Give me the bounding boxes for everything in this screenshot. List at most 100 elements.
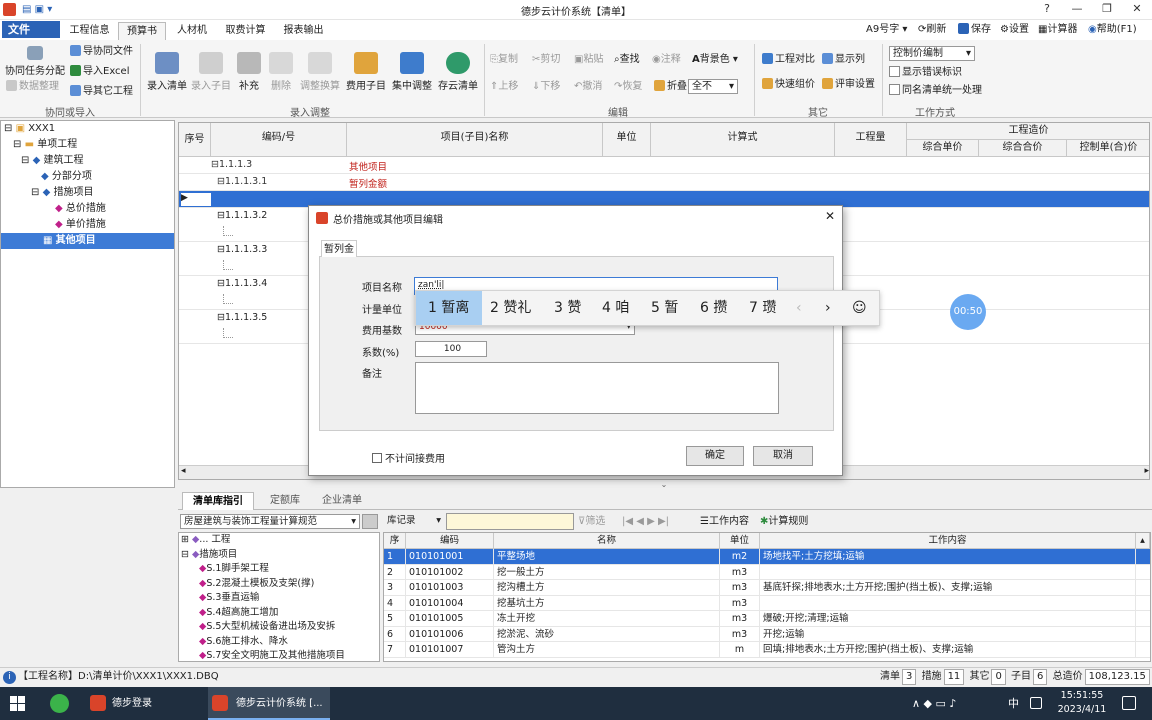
close-button[interactable]: ✕ [1122, 2, 1152, 18]
filter-button[interactable]: ⊽筛选 [578, 515, 605, 529]
dialog-tab[interactable]: 暂列金 [321, 240, 357, 257]
refresh-button[interactable]: ⟳刷新 [918, 22, 946, 38]
coef-input[interactable]: 100 [415, 341, 487, 357]
table-row[interactable]: 2 010101002 挖一般土方 m3 [384, 564, 1150, 580]
cancel-button[interactable]: 取消 [753, 446, 813, 466]
browser-icon[interactable] [50, 694, 69, 713]
find-button[interactable]: ⌕查找 [614, 53, 640, 67]
list-item[interactable]: ◆S.2混凝土模板及支架(撑) [179, 577, 379, 592]
redo-button[interactable]: ↷恢复 [614, 80, 642, 94]
list-item[interactable]: ⊞ ◆... 工程 [179, 533, 379, 548]
tree-node-total-measures[interactable]: ◆ 总价措施 [1, 201, 174, 217]
ime-candidate[interactable]: 2 赞礼 [490, 291, 531, 325]
supplement-button[interactable]: 补充 [234, 52, 264, 92]
search-input[interactable] [446, 513, 574, 530]
taskbar-app-login[interactable]: 德步登录 [86, 687, 204, 720]
undo-button[interactable]: ↶撤消 [574, 80, 602, 94]
vertical-scrollbar[interactable]: ▴ [1136, 533, 1150, 549]
import-other-button[interactable]: 导其它工程 [70, 85, 133, 99]
ime-candidate[interactable]: 3 赞 [554, 291, 581, 325]
enter-list-button[interactable]: 录入清单 [146, 52, 188, 92]
ime-emoji-icon[interactable]: ☺ [852, 291, 867, 325]
help-button[interactable]: ◉帮助(F1) [1088, 22, 1137, 38]
table-row[interactable]: ⊟1.1.1.3 其他项目 [179, 157, 1149, 174]
tray-icons[interactable]: ∧ ◆ ▭ ♪ [912, 687, 956, 720]
work-content-button[interactable]: ☰工作内容 [700, 515, 749, 529]
table-row[interactable]: ⊟1.1.1.3.1 暂列金额 [179, 174, 1149, 191]
ime-candidate[interactable]: 1 暂离 [416, 291, 482, 325]
audit-settings-button[interactable]: 评审设置 [822, 78, 875, 92]
restore-button[interactable]: ❐ [1092, 2, 1122, 18]
tab-budget[interactable]: 预算书 [118, 22, 166, 40]
tab-fee-calc[interactable]: 取费计算 [218, 22, 273, 40]
table-row[interactable]: 3 010101003 挖沟槽土方 m3 基底钎探;排地表水;土方开挖;围护(挡土板)、… [384, 580, 1150, 596]
file-menu-button[interactable]: 文件 [2, 21, 60, 38]
dialog-close-button[interactable]: ✕ [821, 209, 839, 225]
fold-button[interactable]: 折叠 [654, 80, 687, 94]
list-item[interactable]: ◆S.3垂直运输 [179, 591, 379, 606]
tab-enterprise-list[interactable]: 企业清单 [312, 492, 372, 510]
library-select[interactable]: 房屋建筑与装饰工程量计算规范 ▾ [180, 514, 360, 529]
quick-price-button[interactable]: 快速组价 [762, 78, 815, 92]
input-language[interactable]: 中 [1008, 687, 1019, 720]
settings-button[interactable]: ⚙设置 [1000, 22, 1029, 38]
cut-button[interactable]: ✂剪切 [532, 53, 560, 67]
list-item[interactable]: ◆S.7安全文明施工及其他措施项目 [179, 649, 379, 664]
search-type-select[interactable]: 库记录 ▾ [384, 514, 444, 529]
nav-buttons[interactable]: |◀ ◀ ▶ ▶| [622, 515, 669, 529]
ime-candidate[interactable]: 6 攒 [700, 291, 727, 325]
tree-node-measures[interactable]: ⊟ ◆ 措施项目 [1, 185, 174, 201]
ime-candidate[interactable]: 5 暂 [651, 291, 678, 325]
fold-select[interactable]: 全不 ▾ [688, 79, 738, 94]
enter-subitem-button[interactable]: 录入子目 [190, 52, 232, 92]
show-columns-button[interactable]: 显示列 [822, 53, 865, 67]
bgcolor-button[interactable]: A背景色 ▾ [692, 53, 738, 67]
list-item[interactable]: ◆S.6施工排水、降水 [179, 635, 379, 650]
copy-button[interactable]: ⎘复制 [490, 53, 518, 67]
comment-button[interactable]: ◉注释 [652, 53, 681, 67]
tree-node-sections[interactable]: ◆ 分部分项 [1, 169, 174, 185]
ime-candidate[interactable]: 7 瓒 [749, 291, 776, 325]
tree-node-building[interactable]: ⊟ ◆ 建筑工程 [1, 153, 174, 169]
save-cloud-button[interactable]: 存云清单 [436, 52, 480, 92]
import-excel-button[interactable]: 导入Excel [70, 65, 130, 79]
ime-next-icon[interactable]: › [825, 291, 831, 325]
ime-prev-icon[interactable]: ‹ [796, 291, 802, 325]
compare-button[interactable]: 工程对比 [762, 53, 815, 67]
adjust-convert-button[interactable]: 调整换算 [298, 52, 342, 92]
table-row[interactable]: 1 010101001 平整场地 m2 场地找平;土方挖填;运输 [384, 549, 1150, 565]
recording-timer[interactable]: 00:50 [950, 294, 986, 330]
table-row[interactable]: 4 010101004 挖基坑土方 m3 [384, 595, 1150, 611]
fee-subitem-button[interactable]: 费用子目 [344, 52, 388, 92]
tree-node-single[interactable]: ⊟ ▬ 单项工程 [1, 137, 174, 153]
export-cowork-button[interactable]: 导协同文件 [70, 45, 133, 59]
splitter-handle[interactable]: ⌄ [652, 480, 676, 489]
ime-candidate[interactable]: 4 咱 [602, 291, 629, 325]
note-textarea[interactable] [415, 362, 779, 414]
tree-node-project[interactable]: ⊟ ▣ XXX1 [1, 121, 174, 137]
table-row[interactable]: 7 010101007 管沟土方 m 回填;排地表水;土方开挖;围护(挡土板)、支撑;运… [384, 642, 1150, 658]
font-size-select[interactable]: A9号字 ▾ [866, 22, 907, 38]
table-row[interactable]: 5 010101005 冻土开挖 m3 爆破;开挖;清理;运输 [384, 611, 1150, 627]
batch-adjust-button[interactable]: 集中调整 [390, 52, 434, 92]
clock[interactable]: 15:51:55 2023/4/11 [1056, 689, 1108, 717]
ok-button[interactable]: 确定 [686, 446, 744, 466]
tab-project-info[interactable]: 工程信息 [62, 22, 117, 40]
paste-button[interactable]: ▣粘贴 [574, 53, 603, 67]
move-up-button[interactable]: ⇑上移 [490, 80, 518, 94]
table-row[interactable]: 6 010101006 挖淤泥、流砂 m3 开挖;运输 [384, 626, 1150, 642]
list-item[interactable]: ⊟ ◆措施项目 [179, 548, 379, 563]
show-error-checkbox[interactable]: 显示错误标识 [889, 66, 962, 80]
tree-node-other-items[interactable]: ▦ 其他项目 [1, 233, 174, 249]
tab-quota-lib[interactable]: 定额库 [260, 492, 310, 510]
ime-mode-icon[interactable] [1030, 697, 1042, 709]
cowork-assign-button[interactable]: 协同任务分配 [4, 46, 66, 77]
data-clean-button[interactable]: 数据整理 [6, 80, 59, 94]
taskbar-app-main[interactable]: 德步云计价系统 [... [208, 687, 330, 720]
work-mode-select[interactable]: 控制价编制 ▾ [889, 46, 975, 61]
notification-icon[interactable] [1122, 696, 1136, 710]
list-item[interactable]: ◆S.1脚手架工程 [179, 562, 379, 577]
indirect-fee-checkbox[interactable]: 不计间接费用 [372, 450, 445, 465]
tree-node-unit-measures[interactable]: ◆ 单价措施 [1, 217, 174, 233]
move-down-button[interactable]: ⇓下移 [532, 80, 560, 94]
